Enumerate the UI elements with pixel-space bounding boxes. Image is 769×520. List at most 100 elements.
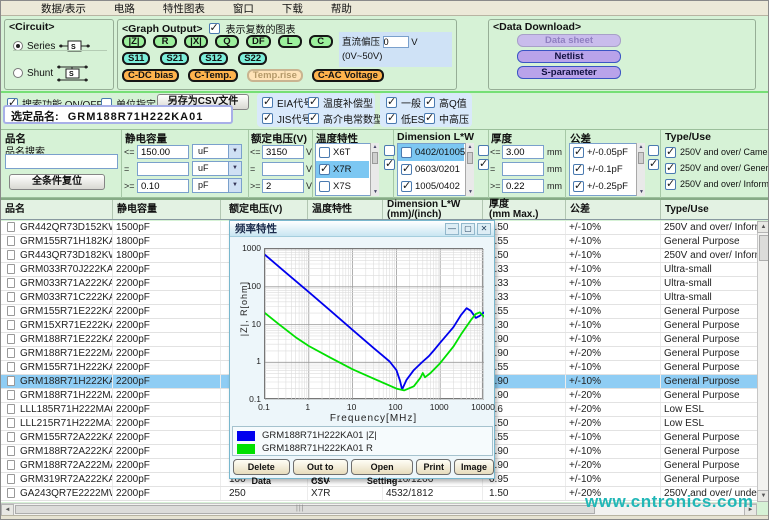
dimension-option[interactable]: 0603/0201: [398, 161, 464, 178]
temp-char-option[interactable]: X7S: [316, 178, 369, 195]
dimension-option[interactable]: 0402/01005: [398, 144, 464, 161]
column-header[interactable]: 静电容量: [113, 200, 221, 219]
temp-char-scrollbar[interactable]: ▲▼: [370, 143, 379, 196]
volt-le-input[interactable]: [262, 145, 304, 159]
tolerance-option[interactable]: +/-0.25pF: [570, 178, 635, 195]
condition-button[interactable]: C-AC Voltage: [312, 69, 384, 82]
thick-eq-input[interactable]: [502, 162, 544, 176]
high-k-item[interactable]: 高介电常数型: [308, 111, 383, 126]
select-none-checkbox[interactable]: [648, 145, 659, 156]
mid-high-v-checkbox[interactable]: [424, 113, 435, 124]
temp-comp-item[interactable]: 温度补偿型: [308, 95, 373, 110]
condition-button[interactable]: C-DC bias: [122, 69, 179, 82]
eia-item[interactable]: EIA代号: [262, 95, 313, 110]
checkbox[interactable]: [319, 181, 330, 192]
close-button[interactable]: ✕: [477, 223, 491, 235]
sparam-button[interactable]: S12: [199, 52, 228, 65]
select-none-checkbox[interactable]: [478, 145, 489, 156]
select-all-checkbox[interactable]: [384, 159, 395, 170]
scroll-down-icon[interactable]: ▼: [757, 490, 769, 502]
checkbox[interactable]: [401, 164, 412, 175]
general-item[interactable]: 一般: [386, 95, 421, 110]
temp-comp-checkbox[interactable]: [308, 97, 319, 108]
temp-char-option[interactable]: X6T: [316, 144, 369, 161]
thick-le-input[interactable]: [502, 145, 544, 159]
chevron-down-icon[interactable]: ▼: [228, 179, 241, 192]
shunt-radio[interactable]: [13, 68, 23, 78]
scroll-up-icon[interactable]: ▲: [757, 221, 769, 233]
sparam-button[interactable]: S22: [238, 52, 267, 65]
dc-bias-input[interactable]: [383, 36, 409, 48]
volt-eq-input[interactable]: [262, 162, 304, 176]
checkbox[interactable]: [665, 163, 676, 174]
eia-checkbox[interactable]: [262, 97, 273, 108]
download-button[interactable]: Netlist: [517, 50, 621, 63]
checkbox[interactable]: [573, 164, 584, 175]
series-radio-row[interactable]: Series S: [13, 38, 91, 54]
type-use-option[interactable]: 250V and over/ Camera: [665, 144, 769, 160]
shunt-radio-row[interactable]: Shunt S: [13, 63, 89, 83]
column-header[interactable]: 厚度 (mm Max.): [483, 200, 566, 219]
part-name-search-input[interactable]: [5, 154, 118, 169]
cap-le-input[interactable]: [137, 145, 189, 159]
low-esl-checkbox[interactable]: [386, 113, 397, 124]
popup-button[interactable]: Print: [416, 459, 451, 475]
checkbox[interactable]: [319, 164, 330, 175]
select-none-checkbox[interactable]: [384, 145, 395, 156]
high-k-checkbox[interactable]: [308, 113, 319, 124]
popup-button[interactable]: Out to CSV: [293, 459, 348, 475]
column-header[interactable]: 额定电压(V): [221, 200, 308, 219]
show-multiple-graphs-checkbox[interactable]: [209, 23, 220, 34]
column-header[interactable]: 温度特性: [308, 200, 383, 219]
checkbox[interactable]: [573, 147, 584, 158]
graph-param-button[interactable]: C: [309, 35, 333, 48]
tolerance-option[interactable]: +/-0.1pF: [570, 161, 635, 178]
type-use-option[interactable]: 250V and over/ Informat: [665, 176, 769, 192]
column-header[interactable]: 公差: [566, 200, 661, 219]
dimension-scrollbar[interactable]: ▲▼: [465, 143, 474, 196]
cap-eq-unit-select[interactable]: uF▼: [192, 161, 242, 176]
graph-param-button[interactable]: DF: [246, 35, 271, 48]
mid-high-v-item[interactable]: 中高压: [424, 111, 469, 126]
temp-char-option[interactable]: X7R: [316, 161, 369, 178]
vertical-scroll-thumb[interactable]: [759, 235, 769, 261]
checkbox[interactable]: [665, 179, 676, 190]
reset-all-conditions-button[interactable]: 全条件复位: [9, 174, 105, 190]
download-button[interactable]: S-parameter: [517, 66, 621, 79]
tolerance-option[interactable]: +/-0.05pF: [570, 144, 635, 161]
checkbox[interactable]: [401, 181, 412, 192]
table-vertical-scrollbar[interactable]: ▲ ▼: [757, 221, 769, 502]
minimize-button[interactable]: —: [445, 223, 459, 235]
type-use-option[interactable]: 250V and over/ General: [665, 160, 769, 176]
sparam-button[interactable]: S21: [160, 52, 189, 65]
volt-ge-input[interactable]: [262, 179, 304, 193]
checkbox[interactable]: [573, 181, 584, 192]
tolerance-scrollbar[interactable]: ▲▼: [636, 143, 645, 196]
checkbox[interactable]: [319, 147, 330, 158]
thick-ge-input[interactable]: [502, 179, 544, 193]
popup-button[interactable]: Image: [454, 459, 494, 475]
jis-checkbox[interactable]: [262, 113, 273, 124]
menu-item[interactable]: 数据/表示: [27, 1, 100, 16]
general-checkbox[interactable]: [386, 97, 397, 108]
graph-param-button[interactable]: L: [278, 35, 302, 48]
column-header[interactable]: Type/Use: [661, 200, 757, 219]
column-header[interactable]: 品名: [1, 200, 113, 219]
graph-param-button[interactable]: R: [153, 35, 177, 48]
checkbox[interactable]: [665, 147, 676, 158]
checkbox[interactable]: [401, 147, 412, 158]
condition-button[interactable]: C-Temp.: [188, 69, 237, 82]
popup-title-bar[interactable]: 频率特性 —▢✕: [230, 221, 494, 237]
sparam-button[interactable]: S11: [122, 52, 150, 65]
menu-item[interactable]: 特性图表: [149, 1, 219, 16]
horizontal-scroll-thumb[interactable]: [15, 505, 595, 514]
high-q-item[interactable]: 高Q值: [424, 95, 467, 110]
popup-button[interactable]: Open Setting: [351, 459, 414, 475]
graph-param-button[interactable]: |X|: [184, 35, 208, 48]
menu-item[interactable]: 窗口: [219, 1, 268, 16]
menu-item[interactable]: 电路: [100, 1, 149, 16]
high-q-checkbox[interactable]: [424, 97, 435, 108]
menu-item[interactable]: 下载: [268, 1, 317, 16]
chevron-down-icon[interactable]: ▼: [228, 162, 241, 175]
cap-ge-input[interactable]: [137, 179, 189, 193]
